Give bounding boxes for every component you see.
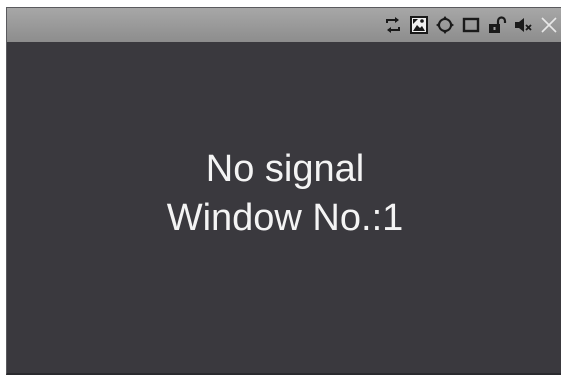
move-arrows-icon: [436, 16, 454, 34]
close-button[interactable]: [537, 13, 561, 37]
window-title-bar[interactable]: [7, 8, 561, 42]
audio-button[interactable]: [511, 13, 535, 37]
window-toolbar: [379, 13, 561, 37]
swap-arrows-icon: [386, 17, 400, 33]
swap-button[interactable]: [381, 13, 405, 37]
maximize-button[interactable]: [459, 13, 483, 37]
picture-icon: [410, 16, 428, 34]
status-message: No signal: [205, 148, 365, 190]
move-button[interactable]: [433, 13, 457, 37]
maximize-icon: [462, 17, 480, 33]
lock-button[interactable]: [485, 13, 509, 37]
no-signal-message: No signal Window No.:1: [167, 145, 404, 243]
unlock-icon: [489, 16, 507, 33]
window-number-label: Window No.:1: [166, 197, 404, 239]
mute-speaker-icon: [515, 18, 532, 32]
video-window[interactable]: No signal Window No.:1: [6, 7, 561, 375]
video-display-area[interactable]: No signal Window No.:1: [7, 42, 561, 373]
close-icon: [541, 17, 557, 33]
image-button[interactable]: [407, 13, 431, 37]
